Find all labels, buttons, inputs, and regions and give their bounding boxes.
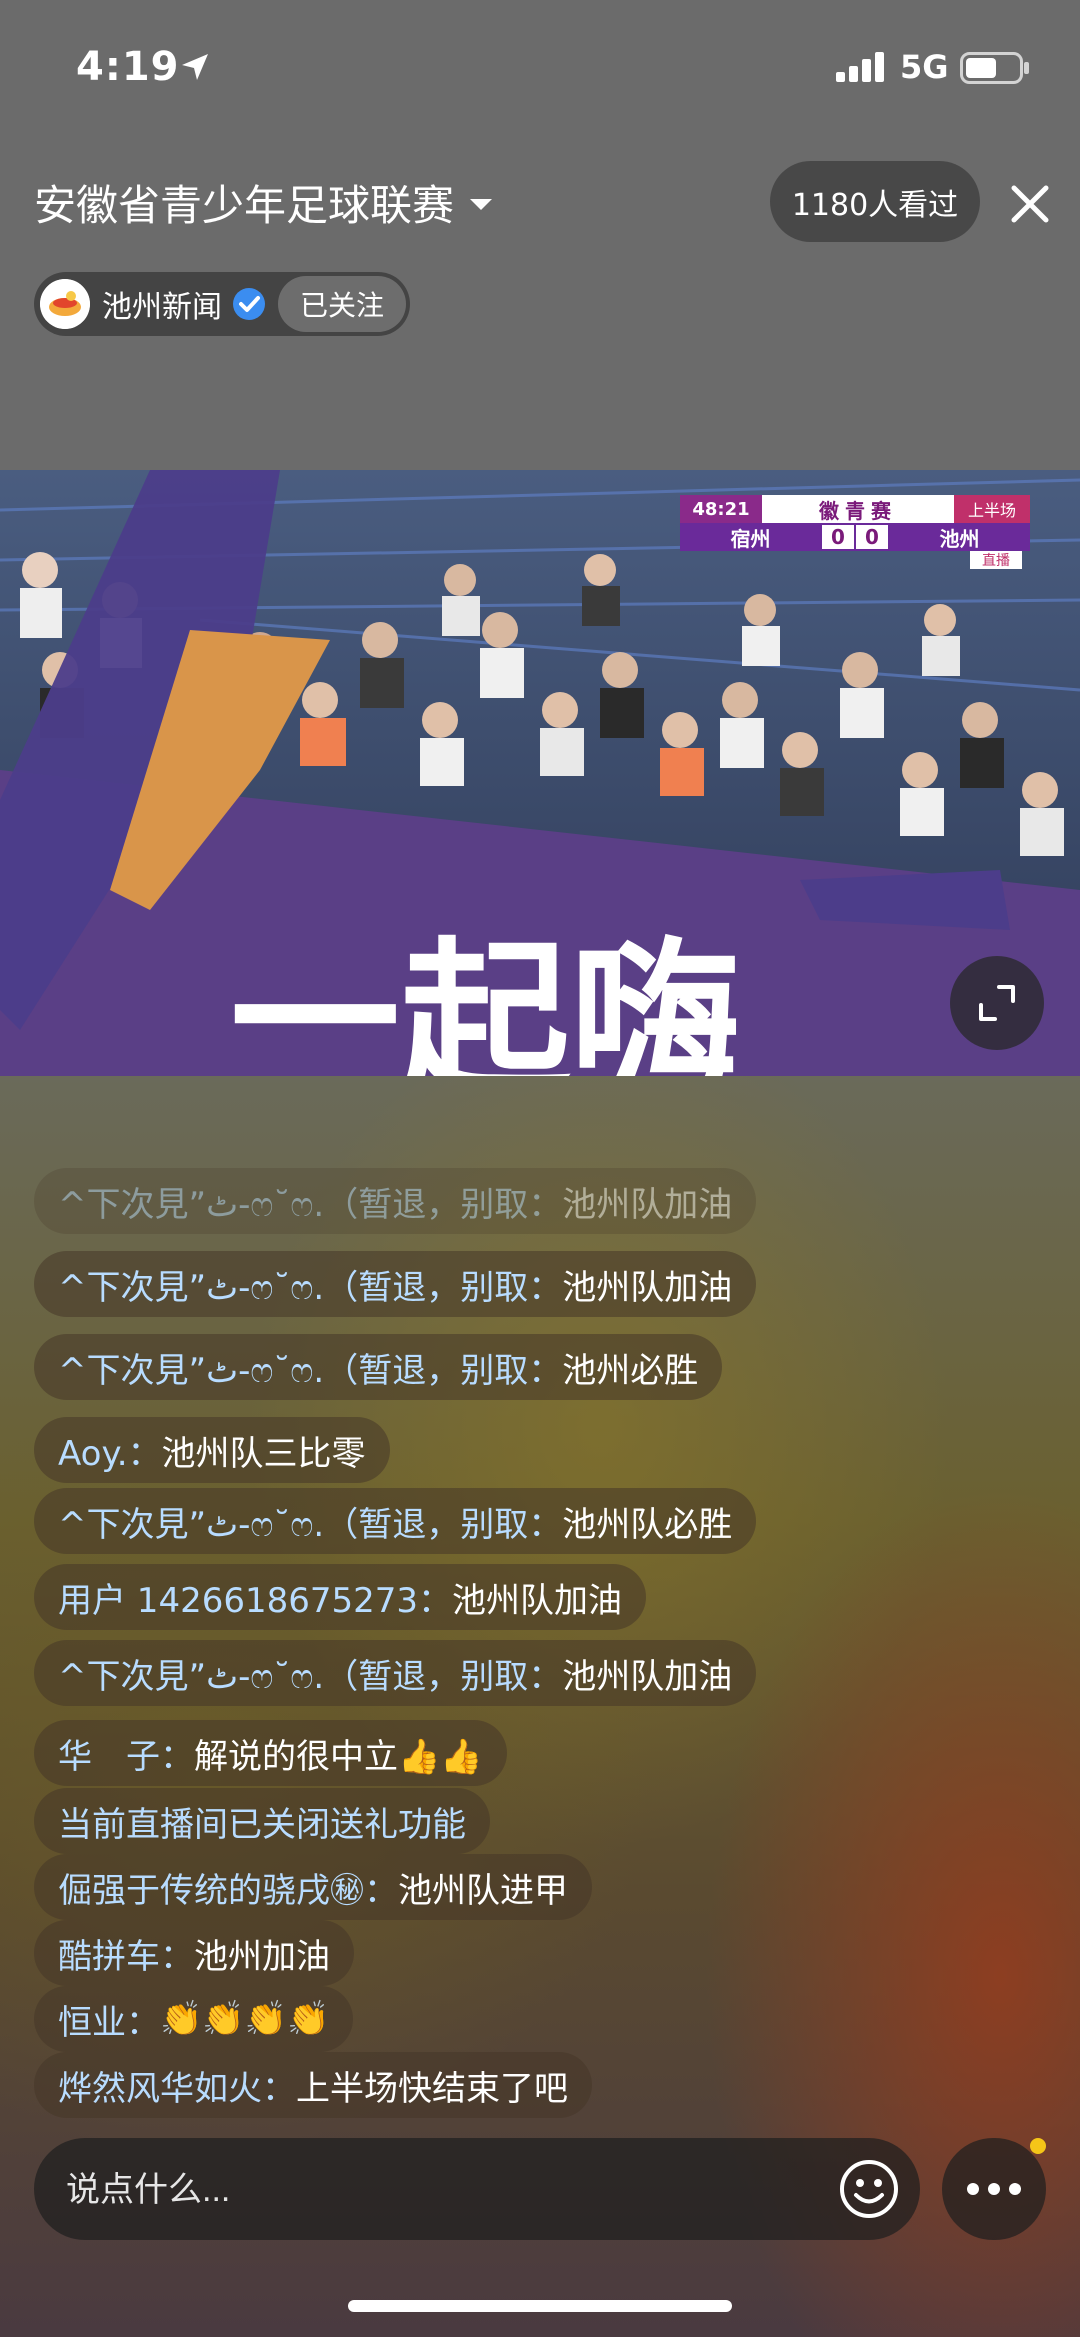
match-clock: 48:21 <box>680 495 762 523</box>
battery-icon <box>960 52 1029 84</box>
chat-text: 解说的很中立👍👍 <box>194 1736 483 1777</box>
follow-button[interactable]: 已关注 <box>278 276 407 332</box>
chat-text: 上半场快结束了吧 <box>296 2068 568 2109</box>
chat-message: ^下次見”ٹ-ෆ˘ෆ.（暂退，别取： 池州必胜 <box>34 1334 723 1400</box>
channel-logo-icon <box>40 279 90 329</box>
chat-username: ^下次見”ٹ-ෆ˘ෆ.（暂退，别取： <box>58 1267 563 1308</box>
live-badge: 直播 <box>970 551 1022 569</box>
away-score: 0 <box>856 525 888 549</box>
scoreboard: 48:21 徽青赛 上半场 宿州 0 0 池州 直播 <box>680 495 1040 569</box>
live-title: 安徽省青少年足球联赛 <box>34 181 455 230</box>
status-time: 4:19 <box>76 44 180 90</box>
chat-message-system: 当前直播间已关闭送礼功能 <box>34 1788 490 1854</box>
close-icon[interactable] <box>1006 180 1054 228</box>
chat-username: 酷拼车： <box>58 1936 194 1977</box>
fullscreen-icon <box>979 985 1015 1021</box>
chat-message: ^下次見”ٹ-ෆ˘ෆ.（暂退，别取： 池州队加油 <box>34 1251 757 1317</box>
notification-dot <box>1030 2138 1046 2154</box>
channel-avatar[interactable] <box>40 279 90 329</box>
more-button[interactable] <box>942 2138 1046 2240</box>
channel-info[interactable]: 池州新闻 已关注 <box>34 272 410 336</box>
more-dots-icon <box>967 2183 1021 2195</box>
chat-message: 用户 1426618675273： 池州队加油 <box>34 1564 647 1630</box>
chat-username: 用户 1426618675273： <box>58 1580 453 1621</box>
chat-text: 池州队三比零 <box>161 1433 366 1474</box>
chat-message: 酷拼车： 池州加油 <box>34 1920 354 1986</box>
viewer-count: 1180人看过 <box>770 161 980 242</box>
home-score: 0 <box>822 525 854 549</box>
home-indicator[interactable] <box>348 2300 732 2312</box>
chat-text: 池州队必胜 <box>562 1504 733 1545</box>
fullscreen-button[interactable] <box>950 956 1044 1050</box>
chat-message: Aoy.： 池州队三比零 <box>34 1417 390 1483</box>
chat-system-notice: 当前直播间已关闭送礼功能 <box>58 1804 466 1845</box>
chat-text: 池州队加油 <box>562 1184 733 1225</box>
status-bar: 4:19 5G <box>0 0 1080 140</box>
cellular-signal-icon <box>836 52 884 82</box>
chat-message: 烨然风华如火： 上半场快结束了吧 <box>34 2052 592 2118</box>
chat-username: 华 子： <box>58 1736 194 1777</box>
verified-badge-icon <box>233 288 265 320</box>
league-name: 徽青赛 <box>762 495 954 523</box>
chat-message: 倔强于传统的骁戌㊙： 池州队进甲 <box>34 1854 592 1920</box>
chat-username: ^下次見”ٹ-ෆ˘ෆ.（暂退，别取： <box>58 1350 563 1391</box>
match-period: 上半场 <box>954 495 1030 523</box>
chat-text: 池州加油 <box>194 1936 330 1977</box>
chat-username: Aoy.： <box>58 1433 162 1474</box>
chat-message: 恒业： 👏👏👏👏 <box>34 1986 354 2052</box>
video-banner-text: 一起嗨 <box>230 923 740 1076</box>
chat-username: 恒业： <box>58 2002 160 2043</box>
chat-message: ^下次見”ٹ-ෆ˘ෆ.（暂退，别取： 池州队加油 <box>34 1168 757 1234</box>
chat-text: 池州队加油 <box>562 1267 733 1308</box>
chat-message: ^下次見”ٹ-ෆ˘ෆ.（暂退，别取： 池州队加油 <box>34 1640 757 1706</box>
chat-username: ^下次見”ٹ-ෆ˘ෆ.（暂退，别取： <box>58 1184 563 1225</box>
network-type: 5G <box>900 48 949 86</box>
live-title-dropdown[interactable]: 安徽省青少年足球联赛 <box>34 172 494 233</box>
location-arrow-icon <box>182 54 208 80</box>
chat-message: 华 子： 解说的很中立👍👍 <box>34 1720 507 1786</box>
chat-text: 池州队进甲 <box>398 1870 568 1911</box>
chat-text: 👏👏👏👏 <box>160 1999 330 2039</box>
chat-text: 池州必胜 <box>562 1350 699 1391</box>
emoji-icon[interactable] <box>838 2158 900 2220</box>
caret-down-icon <box>470 198 493 210</box>
channel-name: 池州新闻 <box>102 290 222 325</box>
chat-username: 倔强于传统的骁戌㊙： <box>58 1870 398 1911</box>
away-team: 池州 <box>939 526 980 551</box>
home-team: 宿州 <box>730 526 771 551</box>
chat-message: ^下次見”ٹ-ෆ˘ෆ.（暂退，别取： 池州队必胜 <box>34 1488 757 1554</box>
comment-bar <box>34 2138 920 2242</box>
comment-input[interactable] <box>64 2138 848 2242</box>
chat-text: 池州队加油 <box>562 1656 733 1697</box>
chat-username: ^下次見”ٹ-ෆ˘ෆ.（暂退，别取： <box>58 1504 563 1545</box>
chat-text: 池州队加油 <box>452 1580 623 1621</box>
chat-username: ^下次見”ٹ-ෆ˘ෆ.（暂退，别取： <box>58 1656 563 1697</box>
chat-username: 烨然风华如火： <box>58 2068 296 2109</box>
